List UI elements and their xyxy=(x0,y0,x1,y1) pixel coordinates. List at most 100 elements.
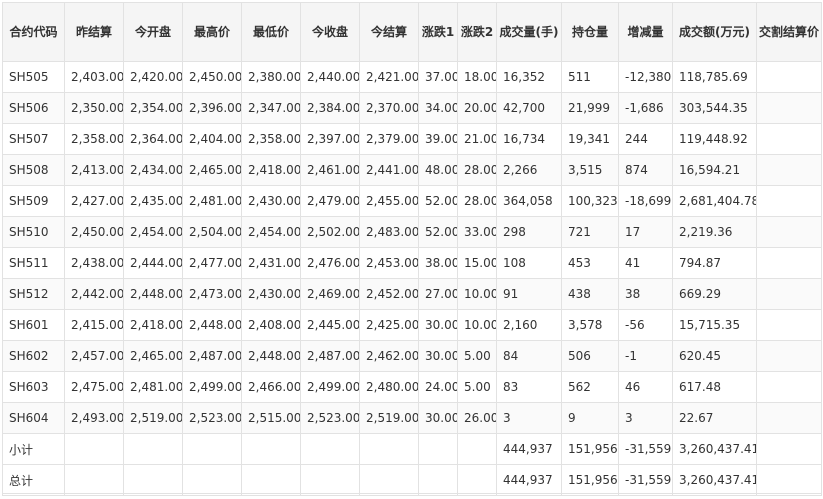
table-cell xyxy=(756,433,822,465)
table-cell: 38 xyxy=(618,278,673,310)
table-cell: 2,487.00 xyxy=(182,340,242,372)
table-cell: 511 xyxy=(561,61,619,93)
table-cell xyxy=(64,433,124,465)
column-header: 成交量(手) xyxy=(496,2,562,62)
table-cell: 26.00 xyxy=(457,402,497,434)
table-cell: 438 xyxy=(561,278,619,310)
table-cell: 2,499.00 xyxy=(300,371,360,403)
table-cell xyxy=(241,464,301,496)
table-cell: 2,425.00 xyxy=(359,309,419,341)
table-cell: 2,480.00 xyxy=(359,371,419,403)
table-cell: 2,420.00 xyxy=(123,61,183,93)
table-cell: 2,379.00 xyxy=(359,123,419,155)
column-header: 增减量 xyxy=(618,2,673,62)
table-cell: 2,435.00 xyxy=(123,185,183,217)
table-cell: 30.00 xyxy=(418,309,458,341)
table-cell: 2,450.00 xyxy=(182,61,242,93)
contract-code-cell: SH505 xyxy=(2,61,65,93)
table-cell: 2,493.00 xyxy=(64,402,124,434)
table-bottom-edge xyxy=(2,493,821,499)
table-cell xyxy=(756,247,822,279)
table-cell: 2,455.00 xyxy=(359,185,419,217)
table-cell: 10.00 xyxy=(457,309,497,341)
table-cell: 2,502.00 xyxy=(300,216,360,248)
table-cell: 30.00 xyxy=(418,402,458,434)
table-cell: 2,380.00 xyxy=(241,61,301,93)
table-cell: 3,578 xyxy=(561,309,619,341)
table-cell: 2,476.00 xyxy=(300,247,360,279)
contract-code-cell: SH604 xyxy=(2,402,65,434)
table-cell: 3,260,437.41 xyxy=(672,433,757,465)
table-cell: -56 xyxy=(618,309,673,341)
table-cell xyxy=(756,278,822,310)
table-cell xyxy=(300,433,360,465)
table-cell: 2,452.00 xyxy=(359,278,419,310)
contract-code-cell: SH603 xyxy=(2,371,65,403)
table-cell: 2,479.00 xyxy=(300,185,360,217)
table-row: SH512 2,442.00 2,448.00 2,473.00 2,430.00 2,4… xyxy=(2,278,822,310)
table-cell: 91 xyxy=(496,278,562,310)
table-cell: 30.00 xyxy=(418,340,458,372)
table-cell: 20.00 xyxy=(457,92,497,124)
table-cell: 37.00 xyxy=(418,61,458,93)
table-cell: 794.87 xyxy=(672,247,757,279)
table-cell xyxy=(359,433,419,465)
table-cell: 151,956 xyxy=(561,433,619,465)
table-cell: 10.00 xyxy=(457,278,497,310)
futures-quote-table: 合约代码 昨结算 今开盘 最高价 最低价 今收盘 今结算 涨跌1 涨跌2 成交量(手) 持仓量 增减量… xyxy=(2,2,822,496)
table-cell: 21,999 xyxy=(561,92,619,124)
table-cell: 21.00 xyxy=(457,123,497,155)
contract-code-cell: SH602 xyxy=(2,340,65,372)
table-cell: 3,515 xyxy=(561,154,619,186)
table-cell: 617.48 xyxy=(672,371,757,403)
table-cell: 2,384.00 xyxy=(300,92,360,124)
table-cell: -1 xyxy=(618,340,673,372)
page: 合约代码 昨结算 今开盘 最高价 最低价 今收盘 今结算 涨跌1 涨跌2 成交量(手) 持仓量 增减量… xyxy=(0,0,823,499)
table-row: SH509 2,427.00 2,435.00 2,481.00 2,430.00 2,4… xyxy=(2,185,822,217)
table-cell: 2,418.00 xyxy=(123,309,183,341)
contract-code-cell: SH512 xyxy=(2,278,65,310)
table-cell xyxy=(756,92,822,124)
table-cell: 2,499.00 xyxy=(182,371,242,403)
contract-code-cell: SH509 xyxy=(2,185,65,217)
table-cell xyxy=(756,464,822,496)
table-cell: 444,937 xyxy=(496,464,562,496)
table-cell: 2,477.00 xyxy=(182,247,242,279)
table-cell: 2,431.00 xyxy=(241,247,301,279)
table-cell xyxy=(359,464,419,496)
table-cell: 2,448.00 xyxy=(123,278,183,310)
table-cell: 2,487.00 xyxy=(300,340,360,372)
table-cell: 2,450.00 xyxy=(64,216,124,248)
table-cell: 2,434.00 xyxy=(123,154,183,186)
table-cell: 39.00 xyxy=(418,123,458,155)
contract-code-cell: 小计 xyxy=(2,433,65,465)
table-cell xyxy=(241,433,301,465)
table-cell: 364,058 xyxy=(496,185,562,217)
table-cell xyxy=(418,433,458,465)
table-row: SH603 2,475.00 2,481.00 2,499.00 2,466.00 2,4… xyxy=(2,371,822,403)
column-header: 今结算 xyxy=(359,2,419,62)
column-header: 合约代码 xyxy=(2,2,65,62)
table-cell: 2,466.00 xyxy=(241,371,301,403)
column-header: 持仓量 xyxy=(561,2,619,62)
contract-code-cell: SH511 xyxy=(2,247,65,279)
table-cell: 2,465.00 xyxy=(182,154,242,186)
table-cell xyxy=(756,123,822,155)
table-cell: 620.45 xyxy=(672,340,757,372)
table-cell: 52.00 xyxy=(418,185,458,217)
table-cell: 2,461.00 xyxy=(300,154,360,186)
column-header: 今收盘 xyxy=(300,2,360,62)
table-cell: 18.00 xyxy=(457,61,497,93)
table-cell: 24.00 xyxy=(418,371,458,403)
table-cell: 2,219.36 xyxy=(672,216,757,248)
table-cell: 2,475.00 xyxy=(64,371,124,403)
table-cell: 15,715.35 xyxy=(672,309,757,341)
table-cell: 2,266 xyxy=(496,154,562,186)
table-cell: 2,483.00 xyxy=(359,216,419,248)
table-cell: 33.00 xyxy=(457,216,497,248)
table-cell: 3 xyxy=(496,402,562,434)
table-cell xyxy=(756,154,822,186)
table-cell: 444,937 xyxy=(496,433,562,465)
table-cell: 28.00 xyxy=(457,154,497,186)
table-cell: 721 xyxy=(561,216,619,248)
